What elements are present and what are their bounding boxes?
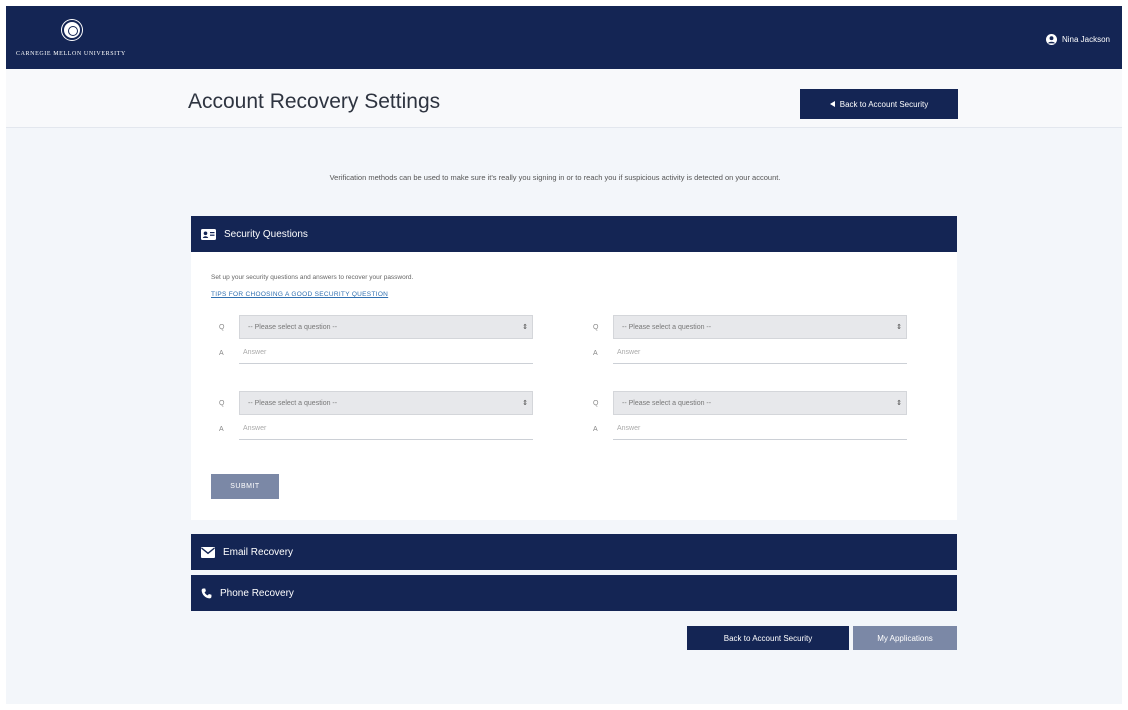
select-arrows-icon: ⇕: [896, 399, 902, 407]
security-questions-panel: Security Questions Set up your security …: [191, 216, 957, 520]
select-arrows-icon: ⇕: [896, 323, 902, 331]
question-select-value: -- Please select a question --: [622, 323, 712, 331]
top-nav-bar: CARNEGIE MELLON UNIVERSITY Nina Jackson: [6, 6, 1122, 69]
question-select-value: -- Please select a question --: [248, 323, 338, 331]
intro-text: Verification methods can be used to make…: [329, 173, 781, 182]
answer-index: A: [219, 425, 224, 433]
tips-security-question-link[interactable]: TIPS FOR CHOOSING A GOOD SECURITY QUESTI…: [211, 291, 388, 298]
page: CARNEGIE MELLON UNIVERSITY Nina Jackson …: [6, 6, 1122, 704]
question-select-value: -- Please select a question --: [248, 399, 338, 407]
back-to-account-security-top-button[interactable]: Back to Account Security: [800, 89, 958, 119]
answer-index: A: [593, 349, 598, 357]
security-questions-body: Set up your security questions and answe…: [191, 252, 957, 520]
user-circle-icon: [1045, 34, 1057, 45]
answer-input[interactable]: [239, 342, 533, 364]
question-answer-pair: Q -- Please select a question -- ⇕ A: [589, 315, 907, 365]
answer-index: A: [219, 349, 224, 357]
phone-recovery-header[interactable]: Phone Recovery: [191, 575, 957, 611]
answer-input[interactable]: [239, 418, 533, 440]
arrow-left-icon: [829, 100, 835, 109]
phone-recovery-panel: Phone Recovery: [191, 575, 957, 611]
id-card-icon: [201, 228, 216, 240]
logo-wordmark: CARNEGIE MELLON UNIVERSITY: [16, 51, 126, 57]
submit-button[interactable]: SUBMIT: [211, 474, 279, 499]
question-index: Q: [593, 323, 599, 331]
email-recovery-panel: Email Recovery: [191, 534, 957, 570]
user-menu[interactable]: Nina Jackson: [1045, 34, 1110, 45]
question-select[interactable]: -- Please select a question -- ⇕: [239, 315, 533, 339]
phone-recovery-title: Phone Recovery: [220, 587, 294, 599]
security-questions-title: Security Questions: [224, 228, 308, 240]
question-answer-pair: Q -- Please select a question -- ⇕ A: [589, 391, 907, 441]
security-questions-header[interactable]: Security Questions: [191, 216, 957, 252]
question-answer-pair: Q -- Please select a question -- ⇕ A: [215, 315, 533, 365]
university-logo[interactable]: CARNEGIE MELLON UNIVERSITY: [16, 20, 126, 60]
email-recovery-header[interactable]: Email Recovery: [191, 534, 957, 570]
question-select[interactable]: -- Please select a question -- ⇕: [613, 391, 907, 415]
page-title: Account Recovery Settings: [188, 90, 441, 113]
answer-index: A: [593, 425, 598, 433]
answer-input[interactable]: [613, 342, 907, 364]
envelope-icon: [201, 546, 215, 558]
question-select[interactable]: -- Please select a question -- ⇕: [239, 391, 533, 415]
question-index: Q: [219, 399, 225, 407]
answer-input[interactable]: [613, 418, 907, 440]
question-index: Q: [593, 399, 599, 407]
question-index: Q: [219, 323, 225, 331]
back-to-account-security-button[interactable]: Back to Account Security: [687, 626, 849, 650]
select-arrows-icon: ⇕: [522, 323, 528, 331]
security-questions-help-text: Set up your security questions and answe…: [211, 274, 414, 281]
question-select[interactable]: -- Please select a question -- ⇕: [613, 315, 907, 339]
university-seal-icon: [62, 20, 82, 40]
select-arrows-icon: ⇕: [522, 399, 528, 407]
user-name: Nina Jackson: [1061, 35, 1110, 44]
my-applications-button[interactable]: My Applications: [853, 626, 957, 650]
page-header: Account Recovery Settings Back to Accoun…: [6, 69, 1122, 128]
question-answer-pair: Q -- Please select a question -- ⇕ A: [215, 391, 533, 441]
back-to-account-security-top-label: Back to Account Security: [839, 99, 929, 109]
phone-icon: [201, 588, 212, 599]
question-select-value: -- Please select a question --: [622, 399, 712, 407]
email-recovery-title: Email Recovery: [223, 546, 294, 558]
